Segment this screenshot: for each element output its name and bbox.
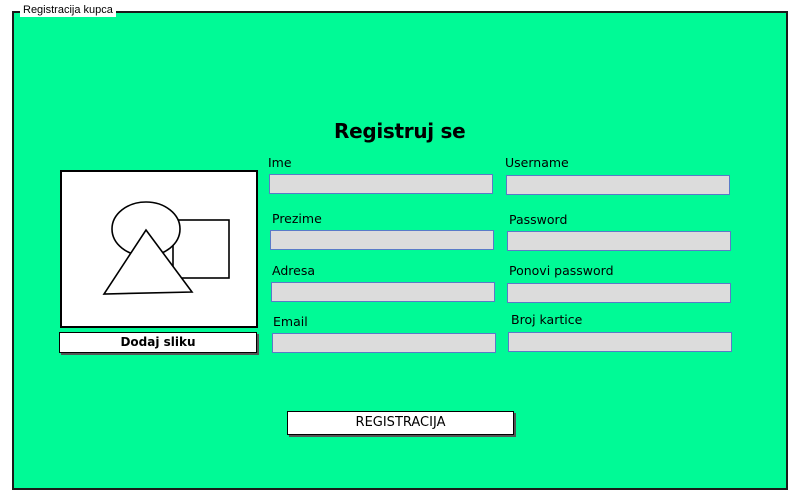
username-input[interactable] <box>506 175 730 195</box>
profile-image-area <box>60 170 258 328</box>
password-label: Password <box>509 212 568 227</box>
email-label: Email <box>273 314 308 329</box>
adresa-input[interactable] <box>271 282 495 302</box>
registracija-button[interactable]: REGISTRACIJA <box>287 411 514 435</box>
add-image-button[interactable]: Dodaj sliku <box>59 332 257 353</box>
broj-kartice-label: Broj kartice <box>511 312 583 327</box>
panel-title: Registracija kupca <box>20 3 116 17</box>
ponovi-password-label: Ponovi password <box>509 263 614 278</box>
email-input[interactable] <box>272 333 496 353</box>
ime-label: Ime <box>268 155 292 170</box>
username-label: Username <box>505 155 569 170</box>
image-placeholder-icon <box>102 201 230 295</box>
adresa-label: Adresa <box>272 263 315 278</box>
password-input[interactable] <box>507 231 731 251</box>
prezime-input[interactable] <box>270 230 494 250</box>
ime-input[interactable] <box>269 174 493 194</box>
broj-kartice-input[interactable] <box>508 332 732 352</box>
ponovi-password-input[interactable] <box>507 283 731 303</box>
prezime-label: Prezime <box>272 211 322 226</box>
page-title: Registruj se <box>334 119 466 143</box>
